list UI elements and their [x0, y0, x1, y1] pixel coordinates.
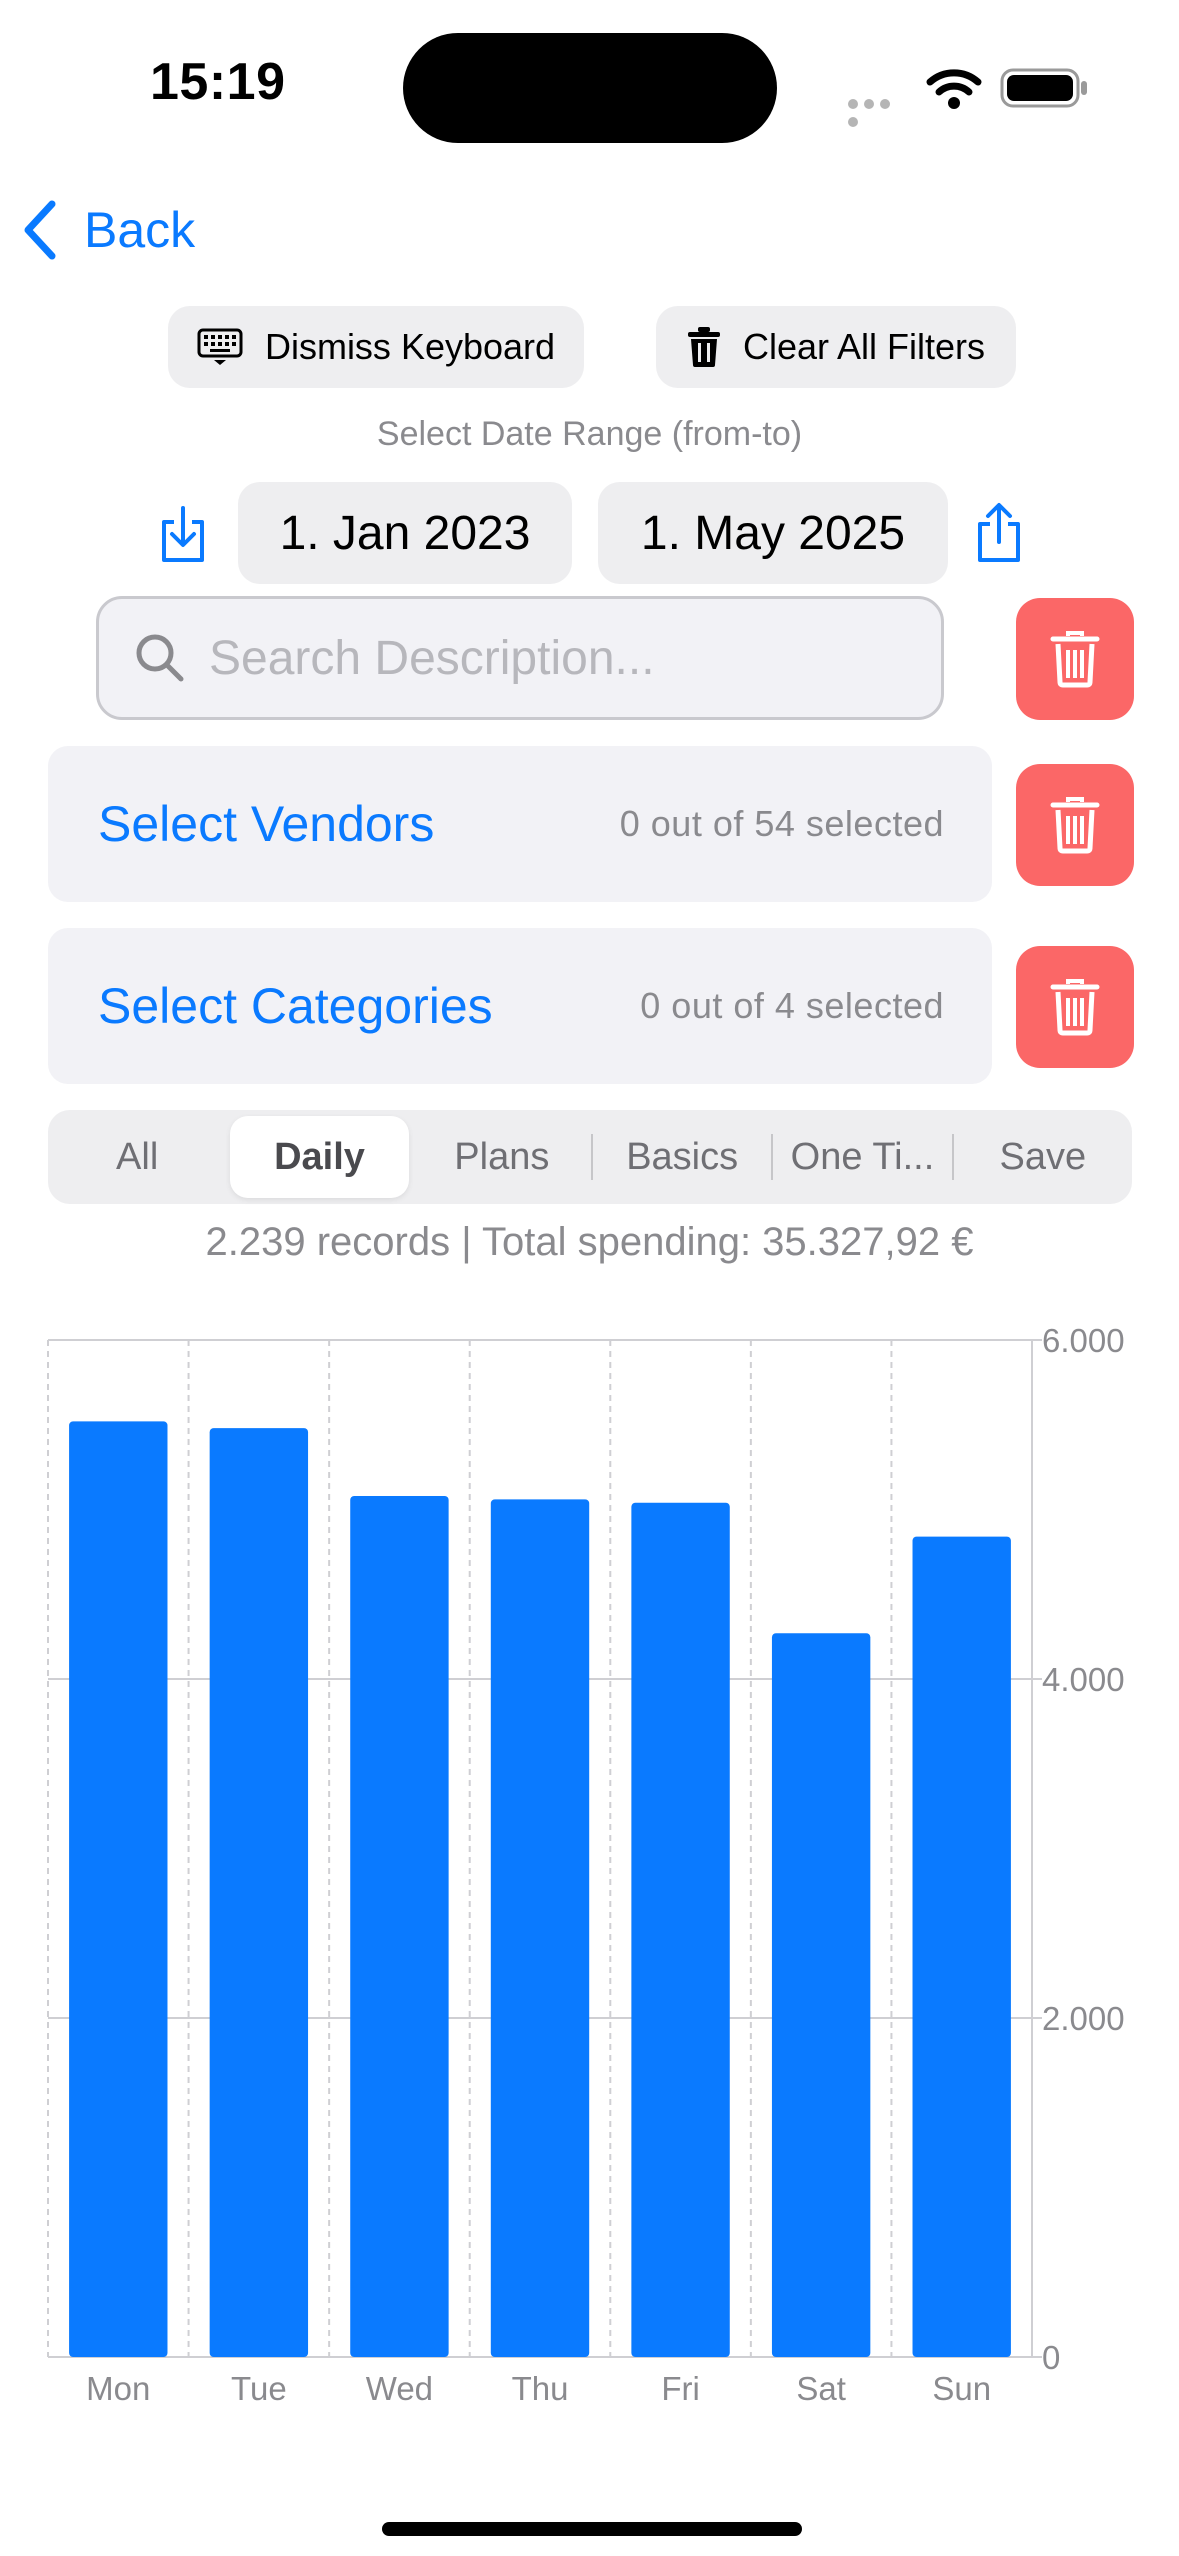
x-tick-label: Thu [512, 2370, 569, 2407]
categories-count: 0 out of 4 selected [640, 985, 944, 1026]
dismiss-keyboard-label: Dismiss Keyboard [264, 326, 556, 367]
segment-daily[interactable]: Daily [230, 1116, 409, 1198]
clear-search-button[interactable] [1016, 598, 1134, 720]
x-tick-label: Sat [796, 2370, 846, 2407]
select-vendors-label: Select Vendors [98, 796, 435, 852]
select-vendors-row[interactable]: Select Vendors 0 out of 54 selected [48, 746, 992, 902]
bar-wed [350, 1495, 449, 2357]
date-from-picker[interactable]: 1. Jan 2023 [238, 482, 572, 584]
vendors-count: 0 out of 54 selected [619, 803, 944, 844]
keyboard-icon [197, 328, 243, 365]
segment-one-time[interactable]: One Ti... [773, 1110, 951, 1204]
bar-tue [209, 1428, 309, 2357]
y-tick-label: 2.000 [1042, 2000, 1125, 2037]
download-icon[interactable] [158, 506, 208, 564]
x-tick-label: Wed [366, 2370, 433, 2407]
trash-icon [687, 327, 720, 367]
bar-fri [631, 1502, 730, 2357]
y-tick-label: 4.000 [1042, 1661, 1125, 1698]
select-categories-label: Select Categories [98, 978, 493, 1034]
category-segmented-control: All Daily Plans Basics One Ti... Save [48, 1110, 1132, 1204]
bar-thu [490, 1499, 590, 2357]
bar-sun [912, 1536, 1011, 2357]
date-range-label: Select Date Range (from-to) [376, 415, 803, 453]
segment-all[interactable]: All [48, 1110, 226, 1204]
bar-sat [771, 1633, 871, 2357]
status-time: 15:19 [150, 53, 286, 111]
trash-icon [1050, 797, 1100, 854]
battery-icon [1000, 68, 1087, 108]
clear-categories-button[interactable] [1016, 946, 1134, 1068]
segment-plans[interactable]: Plans [413, 1110, 591, 1204]
x-tick-label: Sun [932, 2370, 991, 2407]
segment-basics[interactable]: Basics [593, 1110, 771, 1204]
segment-save[interactable]: Save [954, 1110, 1132, 1204]
date-to-picker[interactable]: 1. May 2025 [598, 482, 948, 584]
magnifier-icon [136, 634, 184, 682]
trash-icon [1050, 631, 1100, 688]
x-tick-label: Mon [86, 2370, 150, 2407]
select-categories-row[interactable]: Select Categories 0 out of 4 selected [48, 928, 992, 1084]
back-label: Back [84, 202, 196, 258]
dynamic-island [403, 33, 777, 143]
clear-vendors-button[interactable] [1016, 764, 1134, 886]
clear-all-filters-label: Clear All Filters [742, 326, 986, 367]
search-field[interactable] [96, 596, 944, 720]
home-indicator [382, 2522, 802, 2536]
x-tick-label: Tue [231, 2370, 287, 2407]
back-button[interactable]: Back [22, 195, 195, 265]
y-tick-label: 0 [1042, 2339, 1060, 2376]
chevron-left-icon [24, 200, 56, 260]
records-summary: 2.239 records | Total spending: 35.327,9… [205, 1220, 974, 1264]
trash-icon [1050, 979, 1100, 1036]
share-icon[interactable] [974, 502, 1024, 564]
search-input[interactable] [207, 629, 911, 687]
y-tick-label: 6.000 [1042, 1322, 1125, 1359]
wifi-icon [926, 69, 982, 109]
x-tick-label: Fri [661, 2370, 699, 2407]
clear-all-filters-button[interactable]: Clear All Filters [656, 306, 1016, 388]
dismiss-keyboard-button[interactable]: Dismiss Keyboard [168, 306, 584, 388]
weekday-spending-chart: 0 2.000 4.000 6.000 Mon Tue Wed Thu Fri Sat Sun [47, 1322, 1125, 2407]
bar-mon [69, 1421, 168, 2357]
signal-dots-icon [848, 96, 910, 127]
